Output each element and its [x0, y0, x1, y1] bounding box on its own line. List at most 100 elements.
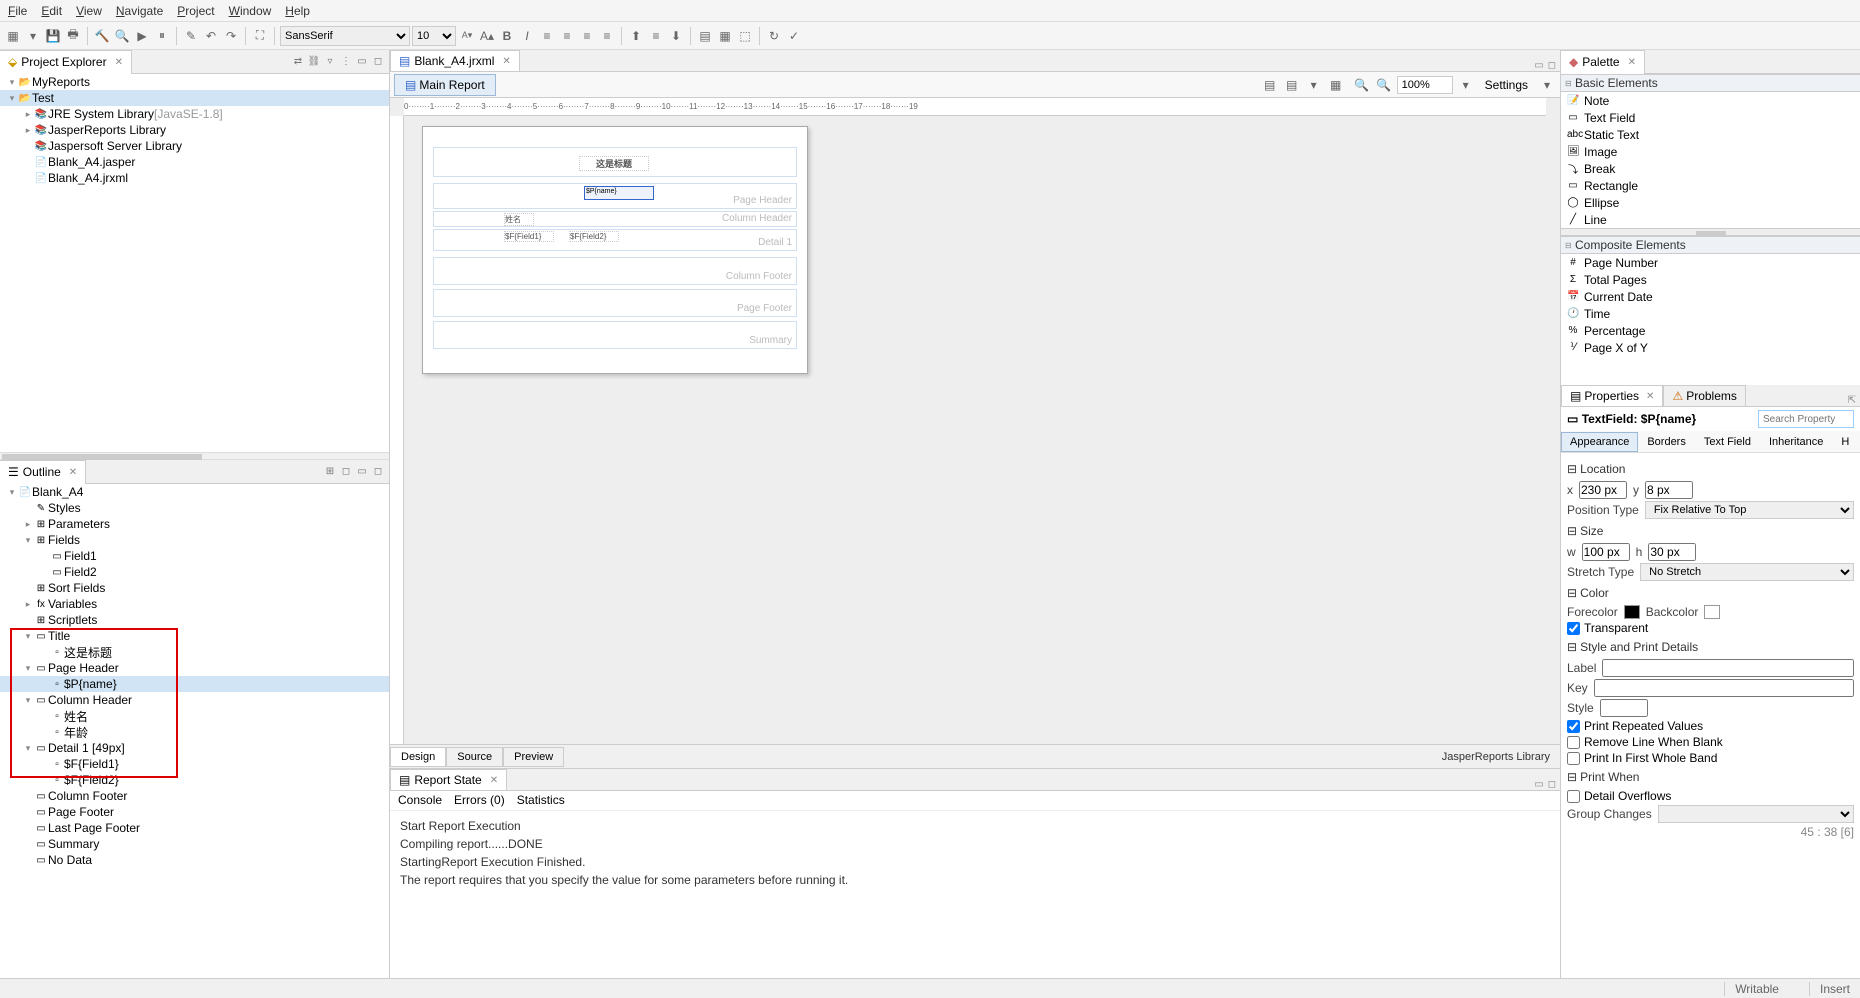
palette-item[interactable]: 📅Current Date — [1561, 288, 1860, 305]
detail-overflows-checkbox[interactable] — [1567, 790, 1580, 803]
composite-elements-header[interactable]: ⊟Composite Elements — [1561, 236, 1860, 254]
tree-item[interactable]: ▭Column Footer — [0, 788, 389, 804]
tree-item[interactable]: 📚Jaspersoft Server Library — [0, 138, 389, 154]
y-input[interactable] — [1645, 481, 1693, 499]
tree-item[interactable]: ▭Summary — [0, 836, 389, 852]
palette-item[interactable]: #Page Number — [1561, 254, 1860, 271]
outline-tree[interactable]: ▾📄Blank_A4✎Styles▸⊞Parameters▾⊞Fields▭Fi… — [0, 484, 389, 978]
palette-item[interactable]: ◯Ellipse — [1561, 194, 1860, 211]
palette-item[interactable]: %Percentage — [1561, 322, 1860, 339]
tree-item[interactable]: ▸⊞Parameters — [0, 516, 389, 532]
close-icon[interactable]: ✕ — [69, 467, 77, 478]
palette-item[interactable]: ⅟Page X of Y — [1561, 339, 1860, 356]
max-icon[interactable]: ◻ — [371, 465, 385, 479]
menu-help[interactable]: Help — [285, 4, 310, 18]
zoom-in-icon[interactable]: 🔍 — [1375, 76, 1393, 94]
report-canvas[interactable]: 0········1········2········3········4···… — [390, 98, 1560, 768]
properties-tab[interactable]: ▤Properties✕ — [1561, 385, 1663, 406]
palette-item[interactable]: 🖼Image — [1561, 143, 1860, 160]
palette-tab[interactable]: ◆ Palette ✕ — [1561, 50, 1645, 74]
tree-item[interactable]: ▫姓名 — [0, 708, 389, 724]
redo-icon[interactable]: ↷ — [222, 27, 240, 45]
tree-item[interactable]: ▾▭Column Header — [0, 692, 389, 708]
undo-icon[interactable]: ↶ — [202, 27, 220, 45]
zoom-dropdown-icon[interactable]: ▾ — [1457, 76, 1475, 94]
close-icon[interactable]: ✕ — [115, 57, 123, 68]
tree-item[interactable]: ▸📚JasperReports Library — [0, 122, 389, 138]
tree-item[interactable]: ▾📄Blank_A4 — [0, 484, 389, 500]
key-input[interactable] — [1594, 679, 1854, 697]
problems-tab[interactable]: ⚠Problems — [1663, 385, 1745, 406]
tree-item[interactable]: ▭Last Page Footer — [0, 820, 389, 836]
position-type-select[interactable]: Fix Relative To Top — [1645, 501, 1854, 519]
editor-tab[interactable]: ▤ Blank_A4.jrxml ✕ — [390, 50, 520, 71]
palette-item[interactable]: ╱Line — [1561, 211, 1860, 228]
close-icon[interactable]: ✕ — [490, 775, 498, 786]
stretch-type-select[interactable]: No Stretch — [1640, 563, 1854, 581]
menu-icon[interactable]: ⋮ — [339, 55, 353, 69]
view-2-icon[interactable]: ▤ — [1283, 76, 1301, 94]
print-first-checkbox[interactable] — [1567, 752, 1580, 765]
tree-item[interactable]: 📄Blank_A4.jrxml — [0, 170, 389, 186]
tree-item[interactable]: ▫$F{Field2} — [0, 772, 389, 788]
size-group[interactable]: ⊟Size — [1567, 521, 1854, 541]
filter-icon[interactable]: ▿ — [323, 55, 337, 69]
collapse-icon[interactable]: ⇄ — [291, 55, 305, 69]
borders-subtab[interactable]: Borders — [1638, 432, 1695, 452]
view-3-icon[interactable]: ▾ — [1305, 76, 1323, 94]
settings-dropdown-icon[interactable]: ▾ — [1538, 76, 1556, 94]
tree-item[interactable]: ▭Field1 — [0, 548, 389, 564]
appearance-subtab[interactable]: Appearance — [1561, 432, 1638, 452]
palette-item[interactable]: ▭Rectangle — [1561, 177, 1860, 194]
color-group[interactable]: ⊟Color — [1567, 583, 1854, 603]
palette-item[interactable]: 🕐Time — [1561, 305, 1860, 322]
tree-item[interactable]: ▾⊞Fields — [0, 532, 389, 548]
font-size-select[interactable]: 10 — [412, 26, 456, 46]
search-property-input[interactable] — [1758, 410, 1854, 428]
layout-2-icon[interactable]: ▦ — [716, 27, 734, 45]
menu-window[interactable]: Window — [229, 4, 272, 18]
palette-item[interactable]: ▭Text Field — [1561, 109, 1860, 126]
settings-button[interactable]: Settings — [1479, 78, 1534, 92]
remove-line-checkbox[interactable] — [1567, 736, 1580, 749]
group-changes-select[interactable] — [1658, 805, 1854, 823]
valign-middle-icon[interactable]: ≡ — [647, 27, 665, 45]
close-icon[interactable]: ✕ — [1628, 57, 1636, 68]
label-input[interactable] — [1602, 659, 1854, 677]
new-icon[interactable]: ▦ — [4, 27, 22, 45]
layout-1-icon[interactable]: ▤ — [696, 27, 714, 45]
min-icon[interactable]: ▭ — [355, 55, 369, 69]
zoom-out-icon[interactable]: 🔍 — [1353, 76, 1371, 94]
print-icon[interactable]: 🖶 — [64, 27, 82, 45]
tree-item[interactable]: ▫$F{Field1} — [0, 756, 389, 772]
tree-item[interactable]: ▾▭Detail 1 [49px] — [0, 740, 389, 756]
tree-item[interactable]: ▾▭Title — [0, 628, 389, 644]
h-input[interactable] — [1648, 543, 1696, 561]
inheritance-subtab[interactable]: Inheritance — [1760, 432, 1832, 452]
transparent-checkbox[interactable] — [1567, 622, 1580, 635]
source-tab[interactable]: Source — [446, 747, 503, 767]
textfield-subtab[interactable]: Text Field — [1695, 432, 1760, 452]
style-group[interactable]: ⊟Style and Print Details — [1567, 637, 1854, 657]
bold-icon[interactable]: B — [498, 27, 516, 45]
save-icon[interactable]: 💾 — [44, 27, 62, 45]
resize-handle[interactable] — [1561, 228, 1860, 236]
tree-item[interactable]: ▫$P{name} — [0, 676, 389, 692]
tree-item[interactable]: ✎Styles — [0, 500, 389, 516]
basic-elements-header[interactable]: ⊟Basic Elements — [1561, 74, 1860, 92]
main-report-tab[interactable]: ▤ Main Report — [394, 74, 496, 96]
debug-icon[interactable]: ⏸ — [153, 27, 171, 45]
check-icon[interactable]: ✓ — [785, 27, 803, 45]
search-icon[interactable]: 🔍 — [113, 27, 131, 45]
min-icon[interactable]: ▭ — [1534, 60, 1543, 71]
tree-item[interactable]: ▸📚JRE System Library [JavaSE-1.8] — [0, 106, 389, 122]
style-input[interactable] — [1600, 699, 1648, 717]
console-tab[interactable]: Console — [398, 793, 442, 808]
tree-item[interactable]: ▭No Data — [0, 852, 389, 868]
zoom-input[interactable] — [1397, 76, 1453, 94]
tree-item[interactable]: ▫年龄 — [0, 724, 389, 740]
font-inc-icon[interactable]: A▴ — [478, 27, 496, 45]
field-element[interactable]: $F{Field2} — [569, 231, 619, 242]
align-center-icon[interactable]: ≡ — [558, 27, 576, 45]
view-1-icon[interactable]: ▤ — [1261, 76, 1279, 94]
